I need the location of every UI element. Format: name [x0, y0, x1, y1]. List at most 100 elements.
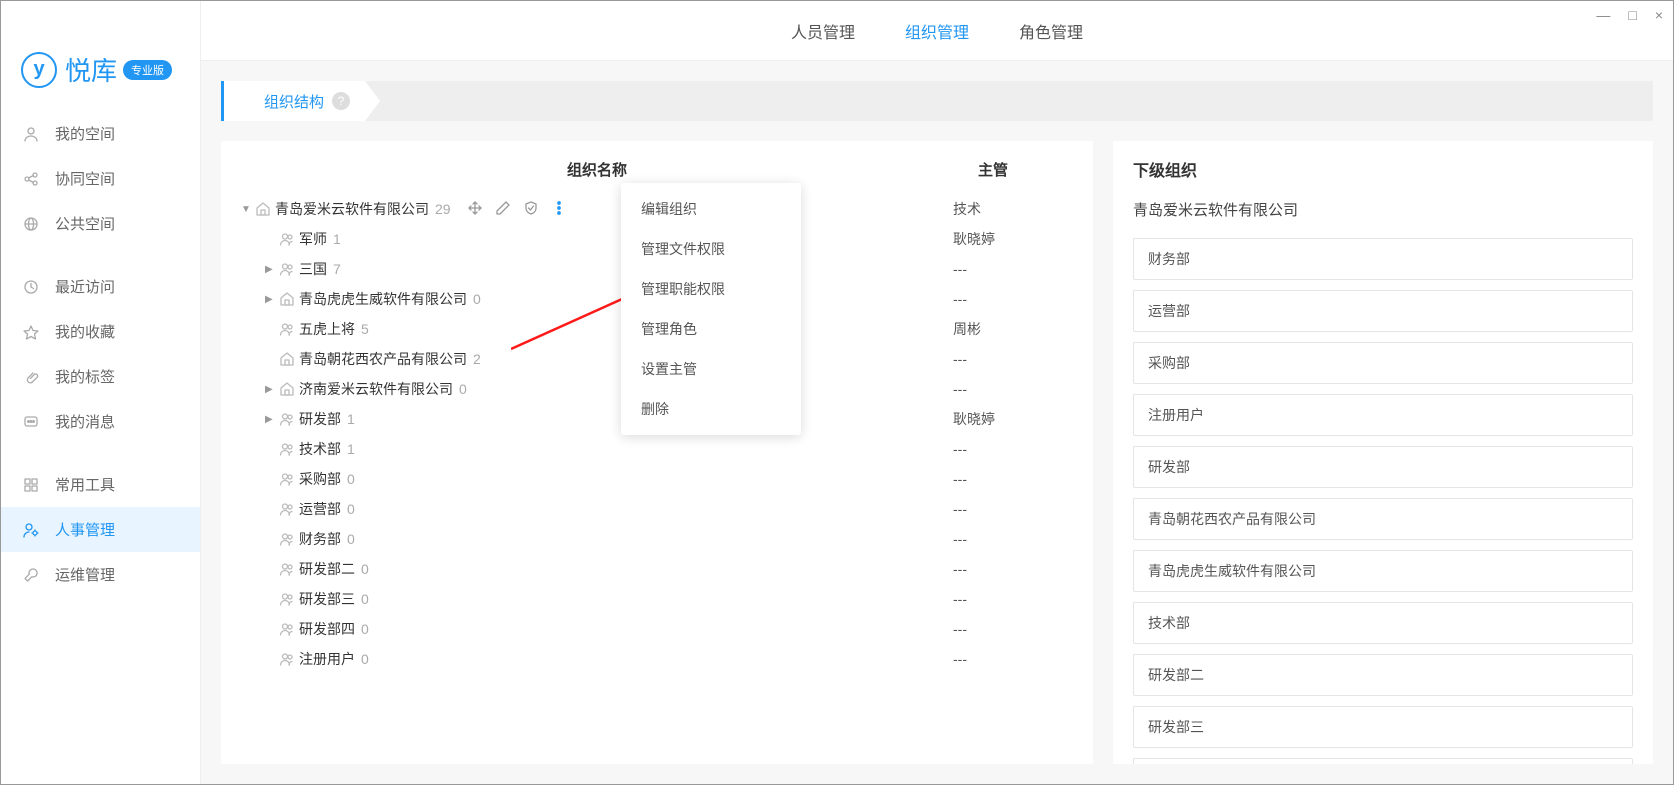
- tree-row[interactable]: 运营部 0 ---: [241, 494, 1073, 524]
- tree-row[interactable]: 研发部四0---: [241, 614, 1073, 644]
- top-tabs: 人员管理 组织管理 角色管理: [201, 1, 1673, 61]
- tree-node-count: 0: [361, 651, 369, 667]
- users-icon: [279, 621, 295, 637]
- window-close[interactable]: ×: [1655, 7, 1663, 23]
- context-menu-item-3[interactable]: 管理角色: [621, 309, 801, 349]
- top-tab-2[interactable]: 角色管理: [1019, 19, 1083, 43]
- context-menu-item-4[interactable]: 设置主管: [621, 349, 801, 389]
- brand-badge: 专业版: [123, 60, 172, 80]
- sub-org-item[interactable]: 研发部: [1133, 446, 1633, 488]
- home-icon: [255, 201, 271, 217]
- tree-node-label: 青岛朝花西农产品有限公司: [299, 349, 467, 369]
- sub-org-item[interactable]: 研发部四: [1133, 758, 1633, 764]
- sidebar: y 悦库 专业版 我的空间协同空间公共空间最近访问我的收藏我的标签我的消息常用工…: [1, 1, 201, 784]
- users-icon: [279, 441, 295, 457]
- tree-node-count: 5: [361, 321, 369, 337]
- tree-node-label: 运营部: [299, 499, 341, 519]
- tree-node-label: 军师: [299, 229, 327, 249]
- context-menu-item-5[interactable]: 删除: [621, 389, 801, 429]
- org-tree-panel: 组织名称 主管 ▼青岛爱米云软件有限公司29技术军师1耿晓婷▶三国7---▶青岛…: [221, 141, 1093, 764]
- tree-row[interactable]: 研发部三0---: [241, 584, 1073, 614]
- clock-icon: [23, 279, 43, 295]
- sidebar-item-2[interactable]: 公共空间: [1, 201, 200, 246]
- expander-icon[interactable]: ▶: [265, 384, 279, 395]
- sidebar-item-label: 人事管理: [55, 519, 115, 540]
- tree-node-count: 0: [361, 591, 369, 607]
- top-tab-0[interactable]: 人员管理: [791, 19, 855, 43]
- tree-node-mgr: ---: [953, 621, 1073, 637]
- wrench-icon: [23, 567, 43, 583]
- tree-node-mgr: ---: [953, 561, 1073, 577]
- window-minimize[interactable]: —: [1596, 7, 1610, 23]
- tree-node-mgr: 周彬: [953, 319, 1073, 339]
- sub-org-title: 下级组织: [1133, 157, 1633, 181]
- sub-org-item[interactable]: 研发部三: [1133, 706, 1633, 748]
- sub-org-item[interactable]: 采购部: [1133, 342, 1633, 384]
- tree-node-count: 0: [347, 471, 355, 487]
- sidebar-item-1[interactable]: 协同空间: [1, 156, 200, 201]
- tree-row[interactable]: 注册用户0---: [241, 644, 1073, 674]
- sub-org-item[interactable]: 运营部: [1133, 290, 1633, 332]
- move-icon[interactable]: [467, 200, 483, 219]
- star-icon: [23, 324, 43, 340]
- expander-icon[interactable]: ▶: [265, 414, 279, 425]
- tree-node-label: 三国: [299, 259, 327, 279]
- tree-node-count: 2: [473, 351, 481, 367]
- sub-org-item[interactable]: 研发部二: [1133, 654, 1633, 696]
- sub-org-item[interactable]: 技术部: [1133, 602, 1633, 644]
- more-icon[interactable]: [551, 200, 567, 219]
- sidebar-item-5[interactable]: 我的标签: [1, 354, 200, 399]
- expander-icon[interactable]: ▶: [265, 264, 279, 275]
- breadcrumb-bar: 组织结构 ?: [221, 81, 1653, 121]
- message-icon: [23, 414, 43, 430]
- tree-node-mgr: ---: [953, 381, 1073, 397]
- globe-icon: [23, 216, 43, 232]
- sidebar-item-8[interactable]: 人事管理: [1, 507, 200, 552]
- sidebar-item-3[interactable]: 最近访问: [1, 264, 200, 309]
- sidebar-item-6[interactable]: 我的消息: [1, 399, 200, 444]
- sub-org-item[interactable]: 青岛朝花西农产品有限公司: [1133, 498, 1633, 540]
- sub-org-item[interactable]: 青岛虎虎生威软件有限公司: [1133, 550, 1633, 592]
- context-menu-item-0[interactable]: 编辑组织: [621, 189, 801, 229]
- users-icon: [279, 651, 295, 667]
- breadcrumb-tab[interactable]: 组织结构 ?: [221, 81, 380, 121]
- sub-org-list: 财务部运营部采购部注册用户研发部青岛朝花西农产品有限公司青岛虎虎生威软件有限公司…: [1133, 238, 1633, 764]
- tree-row[interactable]: 技术部1---: [241, 434, 1073, 464]
- tree-node-mgr: ---: [953, 441, 1073, 457]
- sub-org-item[interactable]: 财务部: [1133, 238, 1633, 280]
- home-icon: [279, 291, 295, 307]
- tree-node-mgr: ---: [953, 531, 1073, 547]
- tree-row[interactable]: 采购部0---: [241, 464, 1073, 494]
- tree-node-label: 研发部三: [299, 589, 355, 609]
- tree-row[interactable]: 研发部二0---: [241, 554, 1073, 584]
- shield-icon[interactable]: [523, 200, 539, 219]
- context-menu-item-2[interactable]: 管理职能权限: [621, 269, 801, 309]
- expander-icon[interactable]: ▶: [265, 294, 279, 305]
- users-icon: [279, 531, 295, 547]
- tree-row[interactable]: 财务部0---: [241, 524, 1073, 554]
- context-menu-item-1[interactable]: 管理文件权限: [621, 229, 801, 269]
- sub-org-item[interactable]: 注册用户: [1133, 394, 1633, 436]
- tree-node-mgr: ---: [953, 501, 1073, 517]
- edit-icon[interactable]: [495, 200, 511, 219]
- tree-node-count: 0: [459, 381, 467, 397]
- tree-node-mgr: ---: [953, 261, 1073, 277]
- sidebar-item-4[interactable]: 我的收藏: [1, 309, 200, 354]
- tree-node-label: 青岛爱米云软件有限公司: [275, 199, 429, 219]
- sidebar-item-label: 我的收藏: [55, 321, 115, 342]
- window-maximize[interactable]: □: [1628, 7, 1636, 23]
- sidebar-item-label: 我的消息: [55, 411, 115, 432]
- help-icon[interactable]: ?: [332, 92, 350, 110]
- expander-icon[interactable]: ▼: [241, 204, 255, 215]
- tree-node-count: 0: [347, 531, 355, 547]
- sidebar-item-0[interactable]: 我的空间: [1, 111, 200, 156]
- sidebar-item-9[interactable]: 运维管理: [1, 552, 200, 597]
- top-tab-1[interactable]: 组织管理: [905, 19, 969, 43]
- users-icon: [279, 261, 295, 277]
- sidebar-item-7[interactable]: 常用工具: [1, 462, 200, 507]
- sidebar-item-label: 最近访问: [55, 276, 115, 297]
- users-icon: [279, 591, 295, 607]
- tree-node-count: 0: [347, 501, 355, 517]
- tree-node-count: 0: [361, 561, 369, 577]
- breadcrumb-label: 组织结构: [264, 91, 324, 112]
